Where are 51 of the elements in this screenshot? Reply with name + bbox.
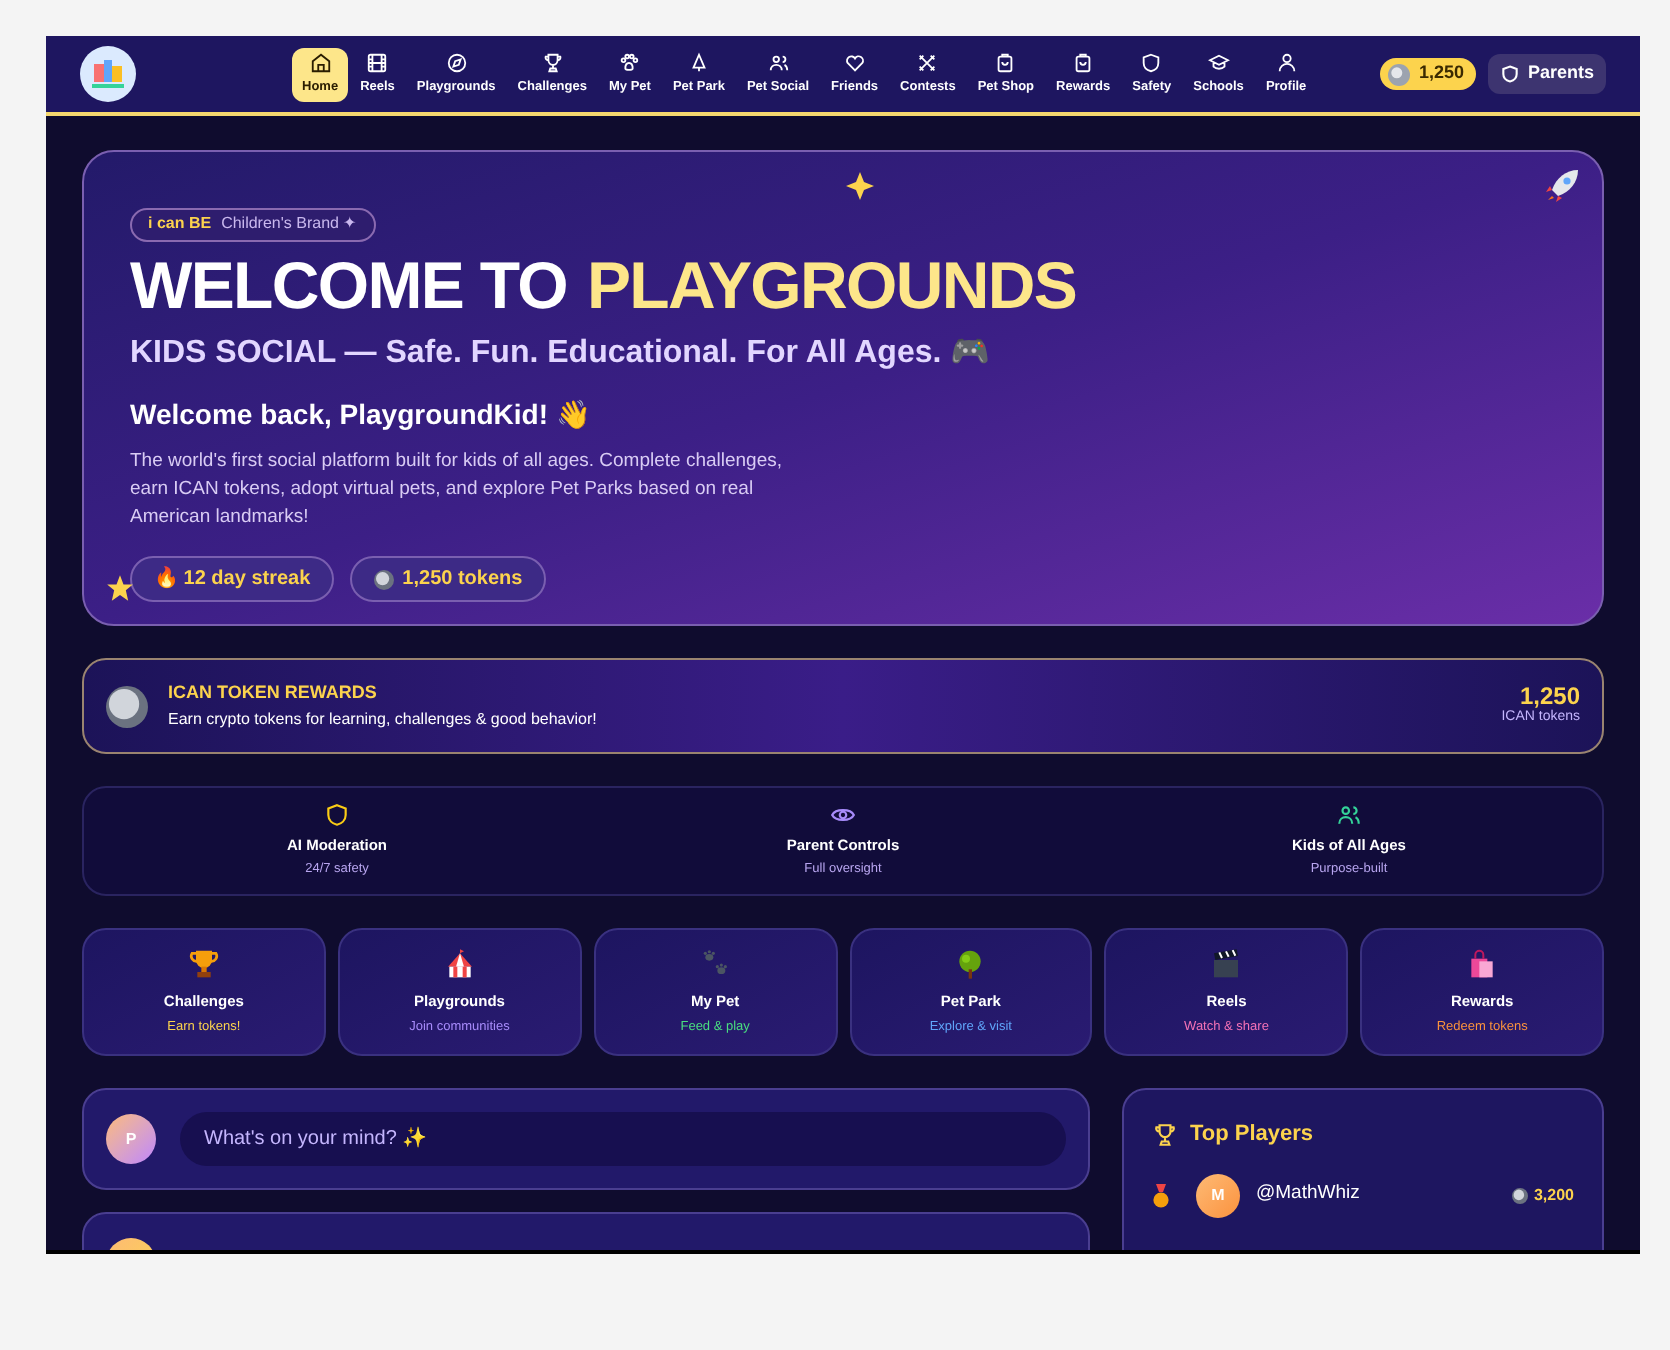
brand-name: i can BE: [148, 212, 212, 236]
rocket-icon: [1544, 168, 1580, 204]
stat-pill: 🔥 12 day streak: [130, 556, 335, 602]
film-icon: [366, 51, 389, 74]
trophy-icon: [1152, 1121, 1178, 1148]
logo-icon[interactable]: [80, 46, 136, 102]
greeting: Welcome back, PlaygroundKid! 👋: [130, 396, 592, 434]
tree-icon: [954, 947, 987, 979]
hero-description: The world's first social platform built for kids of all ages. Complete challenges, earn ICAN tokens, adopt virtual pets, and explore Pet Parks based on real American landmarks!: [130, 448, 785, 532]
player-tokens: 3,200: [1533, 1183, 1574, 1207]
parents-button[interactable]: Parents: [1487, 54, 1606, 94]
coin-icon: [374, 569, 395, 589]
rewards-subtitle: Earn crypto tokens for learning, challenges & good behavior!: [168, 708, 597, 733]
circus-tent-icon: [443, 947, 476, 979]
shield-icon: [1499, 64, 1520, 84]
medal-icon: [1152, 1183, 1170, 1207]
coin-icon: [1511, 1187, 1528, 1203]
stat-pill: 1,250 tokens: [350, 556, 547, 602]
bag-icon: [994, 51, 1017, 74]
graduation-cap-icon: [1207, 51, 1230, 74]
player-avatar: M: [1196, 1173, 1240, 1217]
star-icon: [106, 574, 134, 602]
home-icon: [309, 51, 332, 74]
player-name: @MathWhiz: [1256, 1180, 1360, 1209]
token-amount: 1,250: [1519, 683, 1580, 708]
paw-prints-icon: [699, 947, 732, 979]
user-avatar: P: [106, 1114, 156, 1164]
hero-title: WELCOME TO: [130, 252, 567, 318]
people-icon: [767, 51, 789, 74]
top-players-title: Top Players: [1190, 1120, 1314, 1150]
brand-tagline: Children's Brand ✦: [221, 212, 358, 236]
crossed-swords-icon: [916, 51, 939, 74]
shield-icon: [1140, 51, 1163, 74]
person-icon: [1275, 51, 1298, 74]
paw-icon: [618, 51, 641, 74]
clapperboard-icon: [1210, 947, 1243, 979]
rewards-title: ICAN TOKEN REWARDS: [168, 679, 379, 706]
post-input-field[interactable]: What's on your mind? ✨: [180, 1112, 1066, 1166]
hero-subtitle: KIDS SOCIAL — Safe. Fun. Educational. For All Ages. 🎮: [130, 334, 993, 374]
trophy-icon: [541, 51, 564, 74]
tent-icon: [687, 51, 710, 74]
hero-title-highlight: PLAYGROUNDS: [586, 252, 1077, 318]
heart-icon: [843, 51, 866, 74]
coin-icon: [1388, 63, 1411, 85]
token-counter: 1,250: [1380, 58, 1476, 90]
coin-icon: [106, 685, 148, 727]
compass-icon: [445, 51, 468, 74]
shopping-bags-icon: [1466, 947, 1499, 979]
sparkle-star-icon: [846, 172, 874, 200]
bag-icon: [1072, 51, 1095, 74]
trophy-icon: [187, 947, 220, 979]
